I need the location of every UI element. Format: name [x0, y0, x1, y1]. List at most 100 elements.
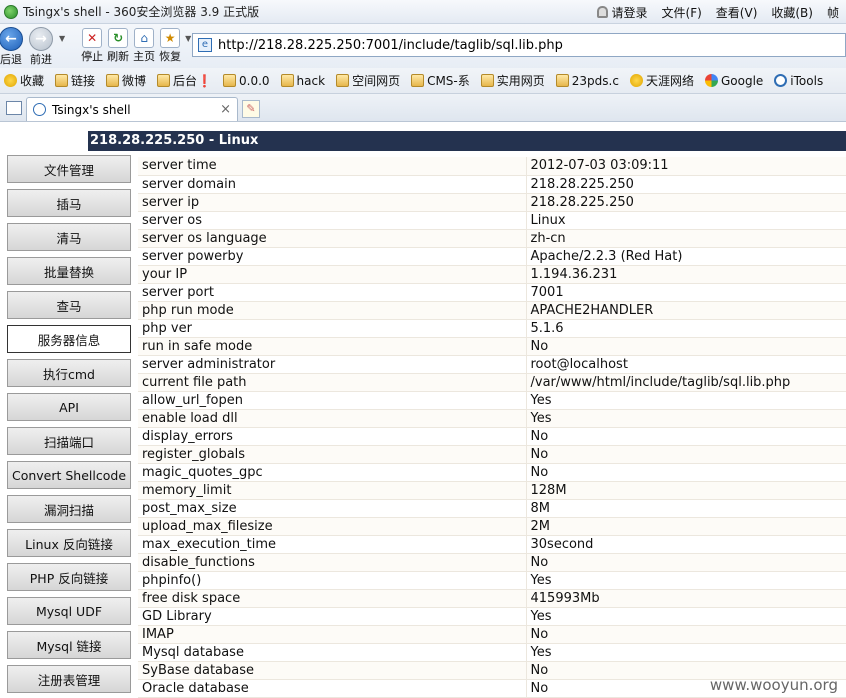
bookmark-item[interactable]: hack	[277, 74, 333, 88]
restore-icon: ★	[160, 28, 181, 48]
shell-menu-button[interactable]: 查马	[7, 291, 131, 319]
shell-menu-button[interactable]: API	[7, 393, 131, 421]
restore-button[interactable]: ★ 恢复	[157, 24, 183, 64]
restore-dropdown-icon[interactable]: ▼	[185, 34, 191, 43]
folder-icon	[280, 74, 294, 87]
table-row: current file path/var/www/html/include/t…	[138, 373, 846, 392]
back-button[interactable]: ← 后退	[0, 24, 23, 67]
bookmark-item[interactable]: 实用网页	[477, 72, 552, 89]
shell-menu-button[interactable]: Linux 反向链接	[7, 529, 131, 557]
shell-menu-button[interactable]: PHP 反向链接	[7, 563, 131, 591]
shell-menu-button[interactable]: 服务器信息	[7, 325, 131, 353]
bookmark-label: hack	[296, 73, 326, 88]
info-key: current file path	[138, 373, 527, 392]
page-icon: e	[198, 38, 212, 52]
shell-menu-button[interactable]: 注册表管理	[7, 665, 131, 693]
info-key: server os language	[138, 229, 527, 248]
folder-icon	[223, 74, 236, 87]
folder-icon	[336, 74, 350, 87]
info-key: server domain	[138, 175, 527, 194]
shell-menu-button[interactable]: 执行cmd	[7, 359, 131, 387]
shell-menu-button[interactable]: 扫描端口	[7, 427, 131, 455]
shell-menu-button[interactable]: 插马	[7, 189, 131, 217]
info-value: Linux	[526, 211, 846, 230]
info-key: server port	[138, 283, 527, 302]
info-key: Oracle database	[138, 679, 527, 698]
address-url[interactable]: http://218.28.225.250:7001/include/tagli…	[218, 38, 563, 53]
stop-button[interactable]: ✕ 停止	[79, 24, 105, 64]
forward-button[interactable]: → 前进	[26, 24, 56, 67]
refresh-button[interactable]: ↻ 刷新	[105, 24, 131, 64]
bookmark-item[interactable]: Google	[701, 74, 770, 88]
info-value: No	[526, 337, 846, 356]
bookmark-label: 实用网页	[496, 74, 545, 88]
shell-menu-button[interactable]: Convert Shellcode	[7, 461, 131, 489]
favorites-menu[interactable]: 收藏(B)	[764, 4, 820, 21]
history-dropdown-icon[interactable]: ▼	[59, 34, 65, 43]
stop-icon: ✕	[82, 28, 103, 48]
info-value: zh-cn	[526, 229, 846, 248]
shell-menu-button[interactable]: 清马	[7, 223, 131, 251]
bookmark-item[interactable]: 23pds.c	[552, 74, 626, 88]
info-value: 128M	[526, 481, 846, 500]
table-row: disable_functions No	[138, 553, 846, 572]
folder-icon	[411, 74, 425, 87]
view-menu[interactable]: 查看(V)	[709, 4, 765, 21]
new-tab-icon[interactable]: ✎	[242, 100, 260, 118]
host-header: 218.28.225.250 - Linux	[88, 131, 846, 151]
shell-menu-button[interactable]: Mysql 链接	[7, 631, 131, 659]
info-value: /var/www/html/include/taglib/sql.lib.php	[526, 373, 846, 392]
table-row: run in safe mode No	[138, 337, 846, 356]
info-key: display_errors	[138, 427, 527, 446]
sidebar-toggle-icon[interactable]	[6, 101, 22, 115]
info-value: No	[526, 427, 846, 446]
address-bar[interactable]: e http://218.28.225.250:7001/include/tag…	[192, 33, 846, 57]
info-value: Yes	[526, 643, 846, 662]
folder-icon	[480, 74, 494, 87]
info-value: Yes	[526, 391, 846, 410]
folder-icon	[106, 74, 120, 87]
bookmark-label: 空间网页	[352, 74, 401, 88]
refresh-icon: ↻	[108, 28, 129, 48]
shell-menu-button[interactable]: 漏洞扫描	[7, 495, 131, 523]
lock-icon	[596, 6, 608, 18]
shell-menu-button[interactable]: Mysql UDF	[7, 597, 131, 625]
bookmark-item[interactable]: 0.0.0	[219, 74, 277, 88]
home-button[interactable]: ⌂ 主页	[131, 24, 157, 64]
table-row: max_execution_time 30second	[138, 535, 846, 554]
info-value: No	[526, 463, 846, 482]
frame-menu[interactable]: 帧	[820, 4, 846, 21]
info-key: upload_max_filesize	[138, 517, 527, 536]
table-row: server port 7001	[138, 283, 846, 302]
info-key: php run mode	[138, 301, 527, 320]
table-row: your IP 1.194.36.231	[138, 265, 846, 284]
shell-menu: 文件管理插马清马批量替换查马服务器信息执行cmd API 扫描端口 Convert S…	[7, 155, 131, 698]
info-value: 218.28.225.250	[526, 175, 846, 194]
bookmark-item[interactable]: 微博	[102, 72, 153, 89]
shell-menu-button[interactable]: 文件管理	[7, 155, 131, 183]
google-icon	[704, 74, 718, 87]
bookmark-item[interactable]: 链接	[51, 72, 102, 89]
info-value: 2M	[526, 517, 846, 536]
table-row: free disk space 415993Mb	[138, 589, 846, 608]
close-tab-icon[interactable]: ×	[220, 102, 231, 117]
login-menu[interactable]: 请登录	[590, 4, 655, 21]
info-value: Yes	[526, 571, 846, 590]
bookmark-item[interactable]: 收藏	[0, 72, 51, 89]
info-key: server powerby	[138, 247, 527, 266]
bookmark-item[interactable]: 后台❗	[153, 72, 219, 89]
table-row: IMAP No	[138, 625, 846, 644]
bookmark-item[interactable]: iTools	[770, 74, 830, 88]
info-value: 2012-07-03 03:09:11	[526, 157, 846, 176]
table-row: Mysql database Yes	[138, 643, 846, 662]
table-row: enable load dll Yes	[138, 409, 846, 428]
bookmark-item[interactable]: CMS-系	[407, 72, 477, 89]
table-row: server administrator root@localhost	[138, 355, 846, 374]
shell-menu-button[interactable]: 批量替换	[7, 257, 131, 285]
table-row: server powerby Apache/2.2.3 (Red Hat)	[138, 247, 846, 266]
tab-shell[interactable]: Tsingx's shell ×	[26, 97, 238, 121]
bookmark-item[interactable]: 空间网页	[332, 72, 407, 89]
file-menu[interactable]: 文件(F)	[655, 4, 709, 21]
bookmark-label: 收藏	[20, 74, 45, 88]
bookmark-item[interactable]: 天涯网络	[626, 72, 701, 89]
